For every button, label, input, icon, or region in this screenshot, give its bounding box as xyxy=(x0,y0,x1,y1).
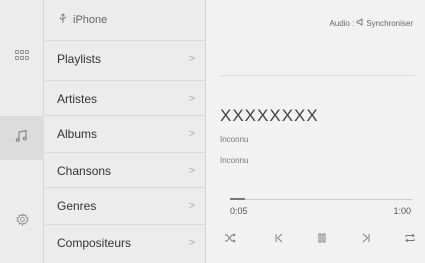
previous-icon xyxy=(274,233,284,243)
track-album: Inconnu xyxy=(220,156,249,165)
repeat-button[interactable] xyxy=(400,228,420,248)
next-icon xyxy=(361,233,371,243)
list-item-chansons[interactable]: Chansons > xyxy=(45,152,205,188)
speaker-icon xyxy=(356,18,364,28)
list-item-label: Genres xyxy=(57,198,97,213)
music-note-icon xyxy=(15,129,29,148)
media-screen: iPhone Playlists > Artistes > Albums > C… xyxy=(0,0,425,263)
audio-source-label: Audio : xyxy=(329,18,355,28)
list-item-albums[interactable]: Albums > xyxy=(45,115,205,151)
repeat-icon xyxy=(404,233,416,243)
elapsed-time: 0:05 xyxy=(230,206,248,216)
device-name: iPhone xyxy=(73,14,108,26)
gear-icon xyxy=(15,212,29,231)
side-rail xyxy=(0,0,44,263)
pause-icon xyxy=(317,233,327,243)
list-item-label: Albums xyxy=(57,126,98,141)
chevron-right-icon: > xyxy=(188,52,195,65)
next-button[interactable] xyxy=(356,228,376,248)
chevron-right-icon: > xyxy=(188,92,195,105)
divider xyxy=(220,75,415,76)
shuffle-button[interactable] xyxy=(220,228,240,248)
chevron-right-icon: > xyxy=(188,164,195,177)
usb-icon xyxy=(59,13,67,27)
apps-button[interactable] xyxy=(0,34,44,78)
list-item-genres[interactable]: Genres > xyxy=(45,187,205,223)
list-item-label: Playlists xyxy=(57,51,102,66)
settings-button[interactable] xyxy=(0,200,44,244)
chevron-right-icon: > xyxy=(188,199,195,212)
playback-controls xyxy=(220,228,415,248)
list-item-label: Chansons xyxy=(57,163,112,178)
browse-list: iPhone Playlists > Artistes > Albums > C… xyxy=(45,0,205,263)
list-item-compositeurs[interactable]: Compositeurs > xyxy=(45,224,205,260)
chevron-right-icon: > xyxy=(188,236,195,249)
list-item-playlists[interactable]: Playlists > xyxy=(45,40,205,76)
list-item-label: Compositeurs xyxy=(57,235,132,250)
chevron-right-icon: > xyxy=(188,127,195,140)
progress-fill xyxy=(230,198,245,200)
device-header: iPhone xyxy=(45,0,205,40)
track-title: XXXXXXXX xyxy=(220,106,319,125)
previous-button[interactable] xyxy=(269,228,289,248)
shuffle-icon xyxy=(224,233,236,243)
progress-bar[interactable] xyxy=(230,198,413,200)
media-button[interactable] xyxy=(0,116,44,160)
pause-button[interactable] xyxy=(312,228,332,248)
list-item-label: Artistes xyxy=(57,91,98,106)
now-playing-panel: Audio : Synchroniser XXXXXXXX Inconnu In… xyxy=(205,0,425,263)
list-item-artistes[interactable]: Artistes > xyxy=(45,80,205,116)
track-artist: Inconnu xyxy=(220,135,249,144)
total-time: 1:00 xyxy=(393,206,411,216)
grid-icon xyxy=(15,47,29,65)
audio-source-button[interactable]: Audio : Synchroniser xyxy=(329,18,413,28)
audio-source-value: Synchroniser xyxy=(366,18,413,28)
